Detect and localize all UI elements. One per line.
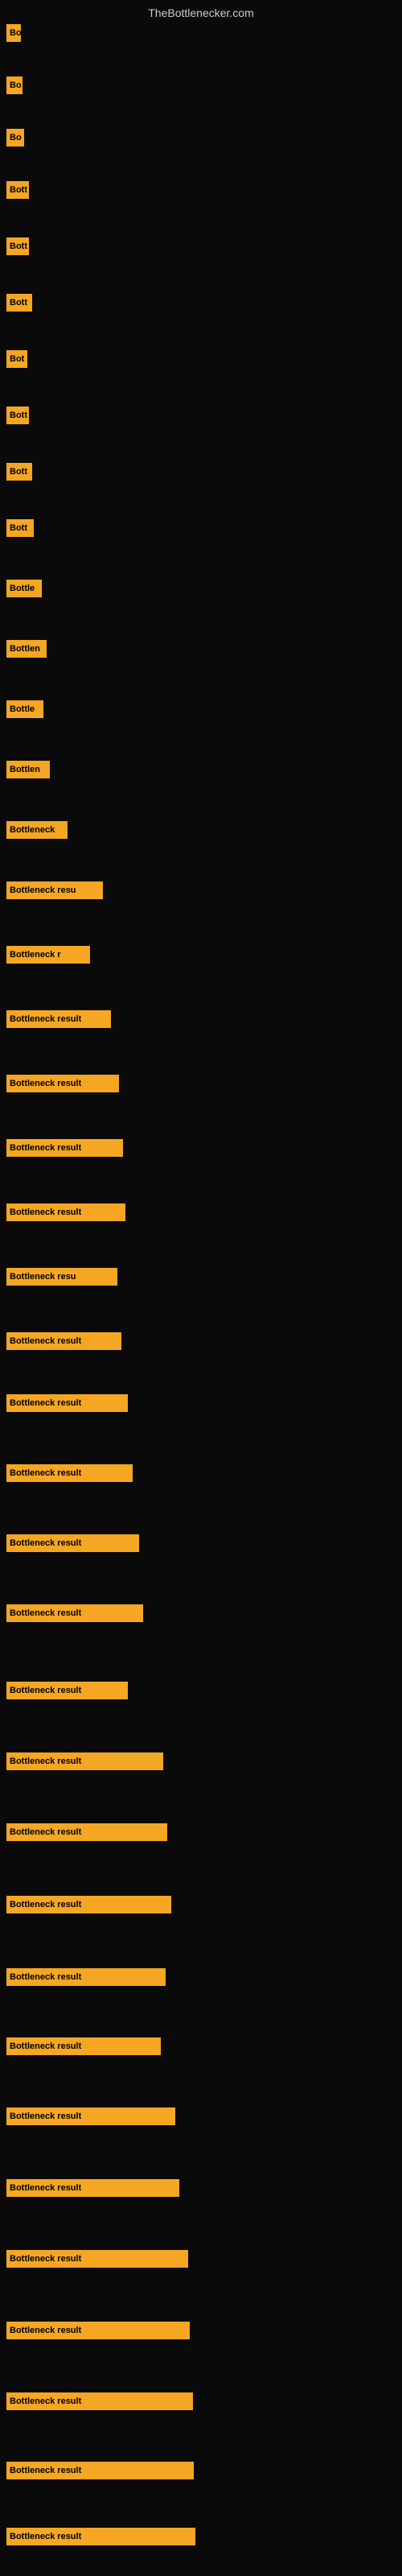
bottleneck-bar-31: Bottleneck result: [6, 1896, 171, 1913]
bottleneck-bar-4: Bott: [6, 181, 29, 199]
bottleneck-bar-5: Bott: [6, 237, 29, 255]
bar-item: Bottle: [6, 580, 42, 597]
bottleneck-bar-13: Bottle: [6, 700, 43, 718]
bar-item: Bottleneck result: [6, 2462, 194, 2479]
bottleneck-bar-12: Bottlen: [6, 640, 47, 658]
bar-item: Bott: [6, 294, 32, 312]
bar-item: Bottleneck result: [6, 1604, 143, 1622]
bar-item: Bottleneck result: [6, 1203, 125, 1221]
bottleneck-bar-20: Bottleneck result: [6, 1139, 123, 1157]
bottleneck-bar-28: Bottleneck result: [6, 1682, 128, 1699]
bar-item: Bottleneck result: [6, 1752, 163, 1770]
bar-item: Bottleneck result: [6, 2392, 193, 2410]
bar-item: Bottleneck: [6, 821, 68, 839]
bar-item: Bottleneck result: [6, 2107, 175, 2125]
bar-item: Bottleneck result: [6, 1010, 111, 1028]
bottleneck-bar-25: Bottleneck result: [6, 1464, 133, 1482]
bar-item: Bottleneck result: [6, 2037, 161, 2055]
bar-item: Bottleneck result: [6, 1823, 167, 1841]
bottleneck-bar-21: Bottleneck result: [6, 1203, 125, 1221]
bottleneck-bar-10: Bott: [6, 519, 34, 537]
bar-item: Bo: [6, 129, 24, 147]
bar-item: Bott: [6, 463, 32, 481]
bar-item: Bott: [6, 407, 29, 424]
bottleneck-bar-36: Bottleneck result: [6, 2250, 188, 2268]
bottleneck-bar-37: Bottleneck result: [6, 2322, 190, 2339]
bar-item: Bottleneck resu: [6, 881, 103, 899]
bottleneck-bar-40: Bottleneck result: [6, 2528, 195, 2545]
site-title: TheBottlenecker.com: [148, 6, 254, 19]
bar-item: Bottleneck result: [6, 1534, 139, 1552]
bottleneck-bar-38: Bottleneck result: [6, 2392, 193, 2410]
bottleneck-bar-27: Bottleneck result: [6, 1604, 143, 1622]
bar-item: Bottleneck result: [6, 2528, 195, 2545]
bar-item: Bottleneck result: [6, 1464, 133, 1482]
bar-item: Bottleneck result: [6, 2179, 179, 2197]
bar-item: Bott: [6, 181, 29, 199]
bottleneck-bar-17: Bottleneck r: [6, 946, 90, 964]
bar-item: Bott: [6, 519, 34, 537]
bar-item: Bo: [6, 76, 23, 94]
bottleneck-bar-39: Bottleneck result: [6, 2462, 194, 2479]
bottleneck-bar-30: Bottleneck result: [6, 1823, 167, 1841]
bar-item: Bo: [6, 24, 21, 42]
bottleneck-bar-29: Bottleneck result: [6, 1752, 163, 1770]
bottleneck-bar-14: Bottlen: [6, 761, 50, 778]
bottleneck-bar-26: Bottleneck result: [6, 1534, 139, 1552]
bar-item: Bott: [6, 237, 29, 255]
bottleneck-bar-32: Bottleneck result: [6, 1968, 166, 1986]
bar-item: Bottleneck result: [6, 1332, 121, 1350]
bar-item: Bottlen: [6, 761, 50, 778]
bar-item: Bottleneck result: [6, 2322, 190, 2339]
bottleneck-bar-8: Bott: [6, 407, 29, 424]
bar-item: Bottleneck result: [6, 1682, 128, 1699]
bottleneck-bar-16: Bottleneck resu: [6, 881, 103, 899]
bottleneck-bar-33: Bottleneck result: [6, 2037, 161, 2055]
bottleneck-bar-22: Bottleneck resu: [6, 1268, 117, 1286]
bar-item: Bottleneck result: [6, 1968, 166, 1986]
bar-item: Bottleneck result: [6, 1139, 123, 1157]
bottleneck-bar-34: Bottleneck result: [6, 2107, 175, 2125]
bar-item: Bottleneck result: [6, 1394, 128, 1412]
bottleneck-bar-19: Bottleneck result: [6, 1075, 119, 1092]
bottleneck-bar-24: Bottleneck result: [6, 1394, 128, 1412]
bottleneck-bar-18: Bottleneck result: [6, 1010, 111, 1028]
bottleneck-bar-9: Bott: [6, 463, 32, 481]
bar-item: Bottleneck result: [6, 1075, 119, 1092]
bottleneck-bar-7: Bot: [6, 350, 27, 368]
bottleneck-bar-1: Bo: [6, 24, 21, 42]
bar-item: Bottleneck result: [6, 2250, 188, 2268]
bar-item: Bottle: [6, 700, 43, 718]
bar-item: Bottleneck resu: [6, 1268, 117, 1286]
bar-item: Bottleneck result: [6, 1896, 171, 1913]
bar-item: Bottleneck r: [6, 946, 90, 964]
bottleneck-bar-11: Bottle: [6, 580, 42, 597]
bottleneck-bar-15: Bottleneck: [6, 821, 68, 839]
bottleneck-bar-35: Bottleneck result: [6, 2179, 179, 2197]
bottleneck-bar-6: Bott: [6, 294, 32, 312]
bottleneck-bar-2: Bo: [6, 76, 23, 94]
bar-item: Bot: [6, 350, 27, 368]
bottleneck-bar-3: Bo: [6, 129, 24, 147]
bottleneck-bar-23: Bottleneck result: [6, 1332, 121, 1350]
bar-item: Bottlen: [6, 640, 47, 658]
